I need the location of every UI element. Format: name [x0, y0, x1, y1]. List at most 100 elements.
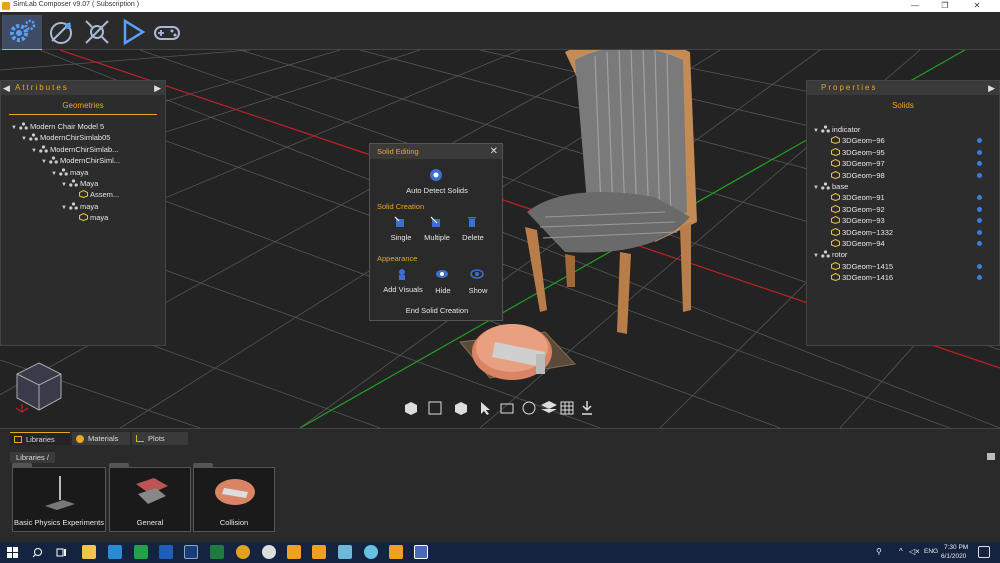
language-indicator[interactable]: ENG	[924, 548, 938, 555]
tree-node[interactable]: ▼ maya	[51, 167, 88, 178]
scene-button[interactable]	[44, 15, 78, 49]
tree-node[interactable]: 3DGeom~1416	[823, 272, 982, 283]
tree-node[interactable]: 3DGeom~1415	[823, 261, 982, 272]
single-button[interactable]: Single	[384, 233, 418, 242]
expand-toggle-icon[interactable]: ▼	[813, 251, 821, 262]
file-explorer-icon[interactable]	[82, 545, 96, 559]
expand-toggle-icon[interactable]: ▼	[21, 134, 29, 145]
end-solid-creation-button[interactable]: End Solid Creation	[370, 306, 504, 315]
visibility-dot-icon[interactable]	[977, 275, 982, 281]
visibility-dot-icon[interactable]	[977, 161, 982, 167]
tree-node[interactable]: 3DGeom~91	[823, 192, 982, 203]
multiple-select-icon[interactable]	[429, 215, 443, 229]
simlab-icon[interactable]	[287, 545, 301, 559]
expand-toggle-icon[interactable]: ▼	[11, 123, 19, 134]
tree-node[interactable]: 3DGeom~1332	[823, 227, 982, 238]
taskbar-app-icon[interactable]	[338, 545, 352, 559]
collapse-right-icon[interactable]: ▶	[988, 81, 997, 95]
add-visuals-button[interactable]: Add Visuals	[378, 285, 428, 294]
gamepad-button[interactable]	[150, 15, 184, 49]
tree-node[interactable]: 3DGeom~94	[823, 238, 982, 249]
auto-detect-solids-button[interactable]: Auto Detect Solids	[370, 186, 504, 195]
expand-toggle-icon[interactable]: ▼	[61, 203, 69, 214]
auto-detect-icon[interactable]	[429, 168, 443, 182]
tree-node[interactable]: Assem...	[71, 189, 119, 200]
physics-button[interactable]	[80, 15, 114, 49]
tree-node[interactable]: ▼ indicator	[813, 124, 860, 135]
volume-icon[interactable]: ◁×	[909, 547, 920, 556]
library-card-collision[interactable]: Collision	[193, 463, 275, 532]
tree-node[interactable]: ▼ ModernChirSimlab...	[31, 144, 118, 155]
visibility-dot-icon[interactable]	[977, 229, 982, 235]
rotor-model[interactable]	[450, 312, 580, 392]
visibility-dot-icon[interactable]	[977, 241, 982, 246]
panel-options-icon[interactable]	[987, 453, 995, 460]
expand-toggle-icon[interactable]: ▼	[31, 146, 39, 157]
tree-node[interactable]: ▼ rotor	[813, 249, 847, 260]
eye-show-icon[interactable]	[470, 267, 484, 281]
tree-node[interactable]: ▼ Maya	[61, 178, 98, 189]
tab-libraries[interactable]: Libraries	[10, 432, 70, 445]
task-view-icon[interactable]	[56, 547, 67, 558]
camtasia-icon[interactable]	[134, 545, 148, 559]
tree-node[interactable]: 3DGeom~97	[823, 158, 982, 169]
visibility-dot-icon[interactable]	[977, 138, 982, 144]
expand-toggle-icon[interactable]: ▼	[51, 169, 59, 180]
clock-time[interactable]: 7:30 PM	[944, 544, 968, 551]
visibility-dot-icon[interactable]	[977, 263, 982, 269]
add-visuals-icon[interactable]	[395, 267, 409, 281]
taskbar-app-icon[interactable]	[108, 545, 122, 559]
expand-toggle-icon[interactable]: ▼	[813, 126, 821, 137]
tree-node[interactable]: maya	[71, 212, 108, 223]
tree-node[interactable]: ▼ base	[813, 181, 848, 192]
visibility-dot-icon[interactable]	[977, 195, 982, 201]
expand-toggle-icon[interactable]: ▼	[61, 180, 69, 191]
hide-button[interactable]: Hide	[426, 286, 460, 295]
delete-button[interactable]: Delete	[456, 233, 490, 242]
tab-materials[interactable]: Materials	[72, 432, 130, 445]
minimize-button[interactable]: —	[900, 0, 930, 12]
dialog-close-button[interactable]: ✕	[490, 144, 498, 159]
library-card-basic-physics[interactable]: Basic Physics Experiments	[12, 463, 106, 532]
close-button[interactable]: ✕	[962, 0, 992, 12]
visibility-dot-icon[interactable]	[977, 149, 982, 155]
eye-hide-icon[interactable]	[435, 267, 449, 281]
network-icon[interactable]: ⚲	[876, 547, 882, 556]
expand-toggle-icon[interactable]: ▼	[41, 157, 49, 168]
breadcrumb[interactable]: Libraries /	[10, 452, 55, 463]
taskbar-app-icon[interactable]	[262, 545, 276, 559]
tree-node[interactable]: 3DGeom~93	[823, 215, 982, 226]
view-cube-icon[interactable]	[14, 360, 64, 415]
library-card-general[interactable]: General	[109, 463, 191, 532]
tree-node[interactable]: 3DGeom~95	[823, 147, 982, 158]
tree-node[interactable]: 3DGeom~96	[823, 135, 982, 146]
tree-node[interactable]: ▼ ModernChirSimlab05	[21, 132, 110, 143]
multiple-button[interactable]: Multiple	[420, 233, 454, 242]
simlab-icon[interactable]	[389, 545, 403, 559]
single-select-icon[interactable]	[393, 215, 407, 229]
tree-node[interactable]: ▼ ModernChirSiml...	[41, 155, 120, 166]
trash-icon[interactable]	[465, 215, 479, 229]
tree-node[interactable]: ▼ maya	[61, 201, 98, 212]
simlab-composer-active-icon[interactable]	[414, 545, 428, 559]
visibility-dot-icon[interactable]	[977, 172, 982, 178]
outlook-icon[interactable]	[159, 545, 173, 559]
tree-node[interactable]: 3DGeom~92	[823, 204, 982, 215]
visibility-dot-icon[interactable]	[977, 206, 982, 212]
windows-start-icon[interactable]	[7, 547, 18, 558]
chair-model[interactable]	[505, 50, 725, 342]
notification-icon[interactable]	[978, 546, 990, 558]
expand-toggle-icon[interactable]: ▼	[813, 183, 821, 194]
show-button[interactable]: Show	[461, 286, 495, 295]
expand-right-icon[interactable]: ▶	[154, 81, 163, 95]
taskbar-app-icon[interactable]	[364, 545, 378, 559]
maximize-button[interactable]: ❐	[930, 0, 960, 12]
collapse-left-icon[interactable]: ◀	[3, 81, 12, 95]
simlab-icon[interactable]	[312, 545, 326, 559]
visibility-dot-icon[interactable]	[977, 218, 982, 224]
settings-button[interactable]	[2, 15, 42, 52]
search-icon[interactable]	[32, 547, 43, 558]
chrome-icon[interactable]	[236, 545, 250, 559]
tree-node[interactable]: ▼ Modern Chair Model 5	[11, 121, 104, 132]
taskbar-app-icon[interactable]	[184, 545, 198, 559]
